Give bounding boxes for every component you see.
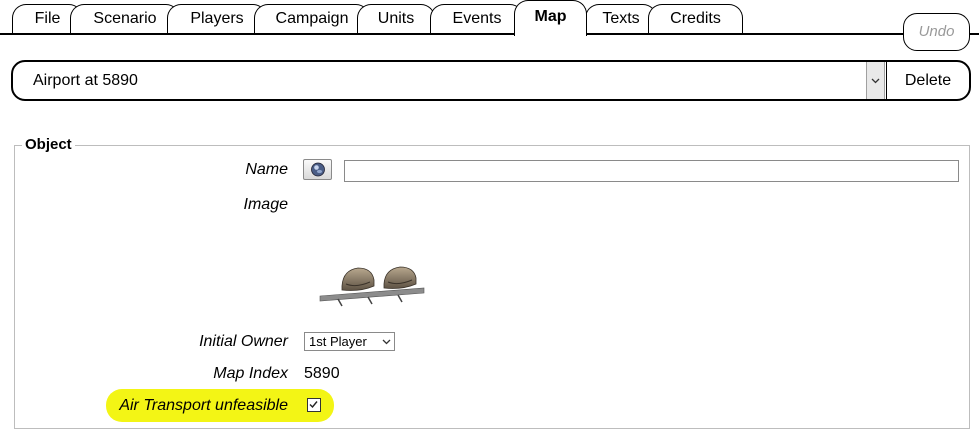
tab-bar: File Scenario Players Campaign Units Eve… bbox=[0, 0, 979, 36]
initial-owner-select[interactable]: 1st Player bbox=[304, 332, 395, 351]
undo-button[interactable]: Undo bbox=[903, 13, 970, 51]
dropdown-arrow-icon[interactable] bbox=[866, 62, 885, 99]
object-selector: Airport at 5890 Delete bbox=[11, 60, 971, 101]
name-input[interactable] bbox=[344, 160, 959, 182]
object-legend: Object bbox=[22, 136, 75, 153]
tab-bar-underline bbox=[0, 33, 979, 35]
air-transport-checkbox[interactable] bbox=[307, 398, 321, 412]
tab-scenario[interactable]: Scenario bbox=[70, 4, 180, 33]
tab-campaign[interactable]: Campaign bbox=[254, 4, 370, 33]
tab-units[interactable]: Units bbox=[357, 4, 435, 33]
tab-players[interactable]: Players bbox=[167, 4, 267, 33]
tab-texts[interactable]: Texts bbox=[585, 4, 657, 33]
tab-credits[interactable]: Credits bbox=[648, 4, 743, 33]
air-transport-label: Air Transport unfeasible bbox=[119, 397, 288, 414]
object-select-value[interactable]: Airport at 5890 bbox=[33, 62, 138, 100]
airport-sprite-icon bbox=[319, 266, 425, 307]
map-index-label: Map Index bbox=[213, 365, 288, 382]
map-index-value: 5890 bbox=[304, 365, 340, 382]
object-panel bbox=[14, 145, 970, 429]
initial-owner-label: Initial Owner bbox=[199, 333, 288, 350]
name-translate-icon[interactable] bbox=[303, 159, 332, 180]
initial-owner-value: 1st Player bbox=[309, 334, 367, 349]
image-label: Image bbox=[243, 196, 288, 213]
name-label: Name bbox=[245, 161, 288, 178]
chevron-down-icon bbox=[382, 333, 391, 354]
tab-events[interactable]: Events bbox=[430, 4, 524, 33]
delete-button[interactable]: Delete bbox=[886, 62, 969, 99]
checkmark-icon bbox=[309, 401, 318, 409]
tab-map[interactable]: Map bbox=[514, 0, 587, 36]
